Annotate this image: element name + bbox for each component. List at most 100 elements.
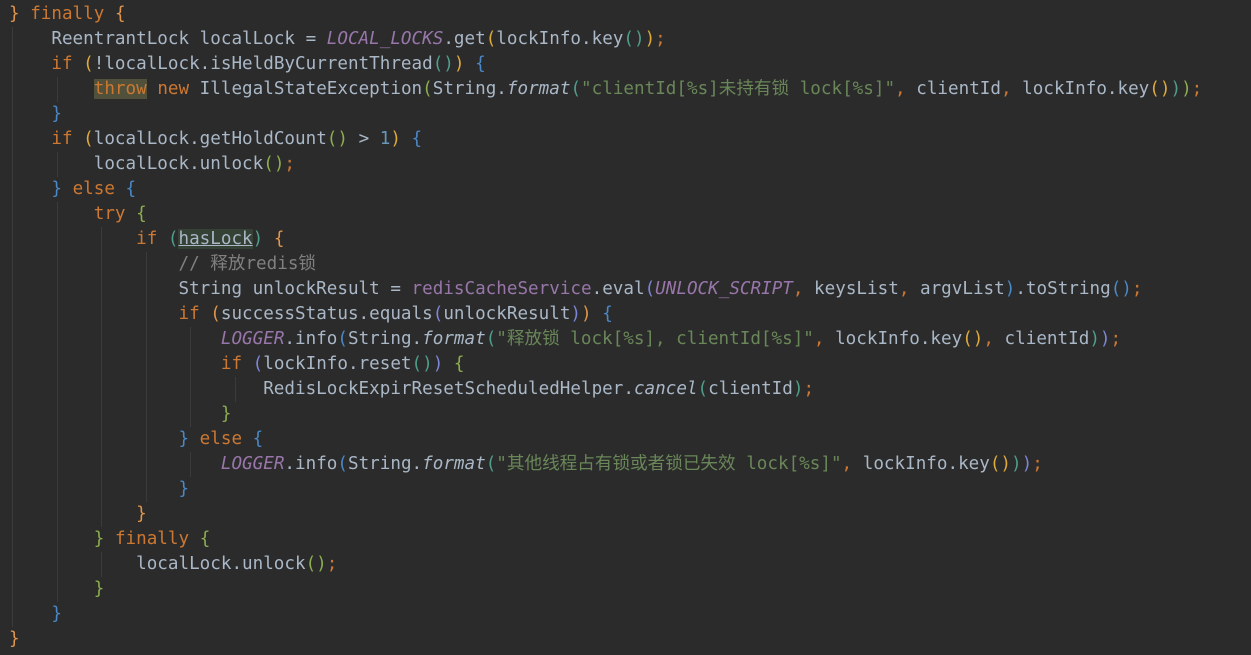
indent-guide [56,452,58,477]
indent-guide [12,77,13,102]
code-token: lockInfo.key [824,329,963,349]
code-line[interactable]: LOGGER.info(String.format("其他线程占有锁或者锁已失效… [9,452,1202,477]
code-line[interactable]: if (lockInfo.reset()) { [9,352,1202,377]
code-line[interactable]: } [9,477,1202,502]
code-token: ) [432,354,444,374]
code-token: { [602,304,613,324]
code-token: ; [326,554,338,574]
code-line[interactable]: } finally { [9,527,1202,552]
code-line[interactable]: } [9,102,1202,127]
code-line[interactable]: } finally { [9,2,1202,27]
indent-guide [56,402,58,427]
code-token: { [411,129,423,149]
code-line[interactable]: String unlockResult = redisCacheService.… [9,277,1202,302]
code-line[interactable]: ReentrantLock localLock = LOCAL_LOCKS.ge… [9,27,1202,52]
code-token: if [51,54,73,74]
code-line[interactable]: localLock.unlock(); [9,152,1202,177]
code-line[interactable]: } [9,627,1202,652]
code-line[interactable]: if (localLock.getHoldCount() > 1) { [9,127,1202,152]
code-token: unlockResult [443,304,571,324]
indent-guide [145,402,147,427]
code-line[interactable]: } [9,577,1202,602]
indent-guide [56,477,58,502]
indent-guide [56,152,58,177]
code-token: ( [83,54,94,74]
indent-guide [12,52,13,77]
code-token: ) [1021,454,1033,474]
code-line[interactable]: try { [9,202,1202,227]
code-token: ) [1089,329,1100,349]
code-token: localLock.getHoldCount [93,129,327,149]
code-token: ( [570,79,582,99]
indent-guide [56,352,58,377]
indent-guide [12,127,13,152]
indent-guide [12,352,13,377]
code-line[interactable]: } else { [9,427,1202,452]
code-token: clientId [993,329,1090,349]
code-token: () [411,354,433,374]
code-line[interactable]: if (!localLock.isHeldByCurrentThread()) … [9,52,1202,77]
indent-guide [101,302,102,327]
indent-guide [56,502,58,527]
code-token: } [136,504,147,524]
code-token: ; [803,379,815,399]
indent-guide [12,227,13,252]
code-line[interactable]: RedisLockExpirResetScheduledHelper.cance… [9,377,1202,402]
indent-guide [145,427,147,452]
code-token: , [983,329,994,349]
code-token: ( [83,129,94,149]
code-line[interactable]: localLock.unlock(); [9,552,1202,577]
code-token: } [51,104,62,124]
code-line[interactable]: LOGGER.info(String.format("释放锁 lock[%s],… [9,327,1202,352]
indent-guide [145,452,147,477]
code-token: ( [252,354,264,374]
code-token: ; [655,29,666,49]
code-token: ; [1191,79,1203,99]
indent-guide [101,227,102,252]
indent-guide [12,427,13,452]
code-token: localLock.unlock [136,554,306,574]
code-token: () [432,54,454,74]
code-token: () [1110,279,1132,299]
code-editor[interactable]: } finally { ReentrantLock localLock = LO… [9,2,1202,652]
indent-guide [12,177,13,202]
code-token: "释放锁 lock[%s], clientId[%s]" [496,329,814,349]
indent-guide [12,202,13,227]
indent-guide [12,452,13,477]
code-line[interactable]: throw new IllegalStateException(String.f… [9,77,1202,102]
code-token: "clientId[%s]未持有锁 lock[%s]" [581,79,896,99]
indent-guide [190,327,191,352]
code-line[interactable]: } [9,502,1202,527]
indent-guide [56,77,58,102]
indent-guide [145,327,147,352]
code-line[interactable]: } [9,602,1202,627]
code-token: "其他线程占有锁或者锁已失效 lock[%s]" [496,454,842,474]
code-line[interactable]: } [9,402,1202,427]
code-line[interactable]: } else { [9,177,1202,202]
code-token: () [1149,79,1171,99]
code-line[interactable]: if (hasLock) { [9,227,1202,252]
code-line[interactable]: // 释放redis锁 [9,252,1202,277]
code-token: ( [210,304,221,324]
code-token: localLock.unlock [93,154,264,174]
indent-guide [56,202,58,227]
code-token: IllegalStateException [189,79,423,99]
indent-guide [56,552,58,577]
code-line[interactable]: if (successStatus.equals(unlockResult)) … [9,302,1202,327]
